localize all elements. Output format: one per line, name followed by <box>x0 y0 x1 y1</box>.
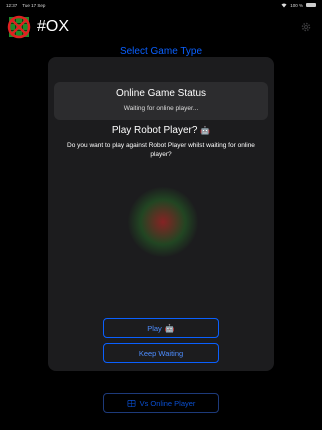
gear-icon[interactable] <box>300 21 312 33</box>
robot-player-description: Do you want to play against Robot Player… <box>67 142 255 158</box>
online-game-status-card: Online Game Status Waiting for online pl… <box>54 82 268 120</box>
keep-waiting-button-label: Keep Waiting <box>138 348 184 358</box>
vs-online-player-label: Vs Online Player <box>139 398 196 408</box>
status-date: Tue 17 Sep <box>22 2 46 8</box>
vs-online-player-button[interactable]: Vs Online Player <box>103 393 219 413</box>
battery-icon <box>306 3 316 7</box>
play-robot-button-label: Play <box>147 323 162 333</box>
status-time: 12:37 <box>6 2 18 8</box>
play-robot-button[interactable]: Play 🤖 <box>103 318 219 338</box>
tic-tac-toe-logo-icon <box>7 15 31 39</box>
robot-icon: 🤖 <box>164 323 175 333</box>
robot-player-title: Play Robot Player? 🤖 <box>48 125 274 136</box>
background-logo-glow <box>128 187 198 257</box>
online-game-status-title: Online Game Status <box>115 88 207 99</box>
online-game-status-text: Waiting for online player... <box>123 105 199 112</box>
battery-percent: 100 % <box>290 2 303 8</box>
robot-icon: 🤖 <box>200 126 211 135</box>
online-player-icon <box>127 399 135 407</box>
app-title: #OX <box>37 18 70 35</box>
wifi-icon <box>281 3 287 7</box>
select-game-type-title: Select Game Type <box>119 46 203 57</box>
robot-player-title-text: Play Robot Player? <box>111 125 198 136</box>
status-bar: 12:37 Tue 17 Sep 100 % <box>0 0 322 10</box>
app-header: #OX <box>7 15 69 39</box>
keep-waiting-button[interactable]: Keep Waiting <box>103 343 219 363</box>
robot-player-modal: Online Game Status Waiting for online pl… <box>48 57 274 371</box>
battery-fill <box>307 4 315 6</box>
